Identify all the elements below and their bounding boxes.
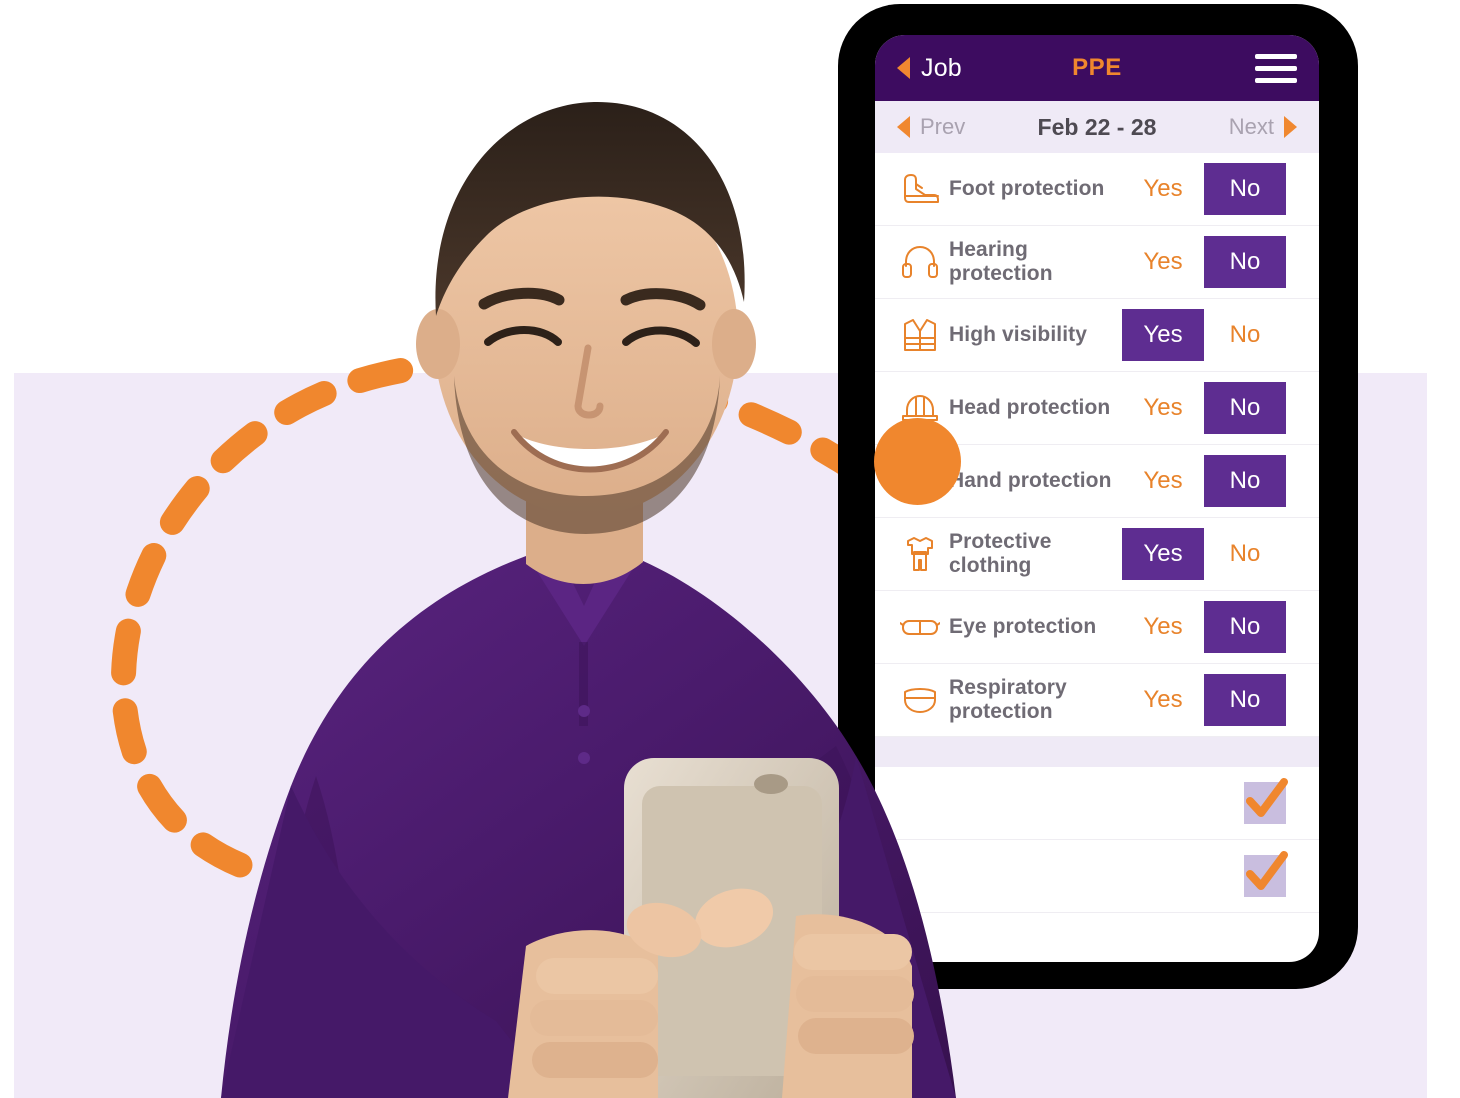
next-week-label: Next	[1228, 114, 1274, 139]
checkmark-icon	[1246, 851, 1288, 890]
page-root: Job PPE Prev Feb 22 - 28 Next Foot prote…	[0, 0, 1460, 1098]
back-button[interactable]: Job	[897, 54, 962, 83]
yes-option[interactable]: Yes	[1122, 601, 1204, 653]
checkmark-icon	[1246, 778, 1288, 817]
no-option[interactable]: No	[1204, 309, 1286, 361]
yes-option[interactable]: Yes	[1122, 163, 1204, 215]
no-option[interactable]: No	[1204, 236, 1286, 288]
yes-option[interactable]: Yes	[1122, 382, 1204, 434]
no-option[interactable]: No	[1204, 674, 1286, 726]
no-option[interactable]: No	[1204, 528, 1286, 580]
triangle-right-icon	[1284, 116, 1297, 138]
yes-option[interactable]: Yes	[1122, 674, 1204, 726]
no-option[interactable]: No	[1204, 163, 1286, 215]
yes-option[interactable]: Yes	[1122, 236, 1204, 288]
yes-option[interactable]: Yes	[1122, 528, 1204, 580]
checkbox[interactable]	[1244, 778, 1288, 824]
checkbox[interactable]	[1244, 851, 1288, 897]
yes-option[interactable]: Yes	[1122, 309, 1204, 361]
smiling-man-holding-phone-photo	[196, 86, 986, 1098]
back-button-label: Job	[921, 53, 962, 82]
next-week-button[interactable]: Next	[1229, 114, 1297, 140]
no-option[interactable]: No	[1204, 455, 1286, 507]
orange-circle-decoration-right	[874, 418, 961, 505]
yes-option[interactable]: Yes	[1122, 455, 1204, 507]
no-option[interactable]: No	[1204, 382, 1286, 434]
no-option[interactable]: No	[1204, 601, 1286, 653]
triangle-left-icon	[897, 57, 910, 79]
hamburger-menu-icon[interactable]	[1255, 53, 1297, 83]
